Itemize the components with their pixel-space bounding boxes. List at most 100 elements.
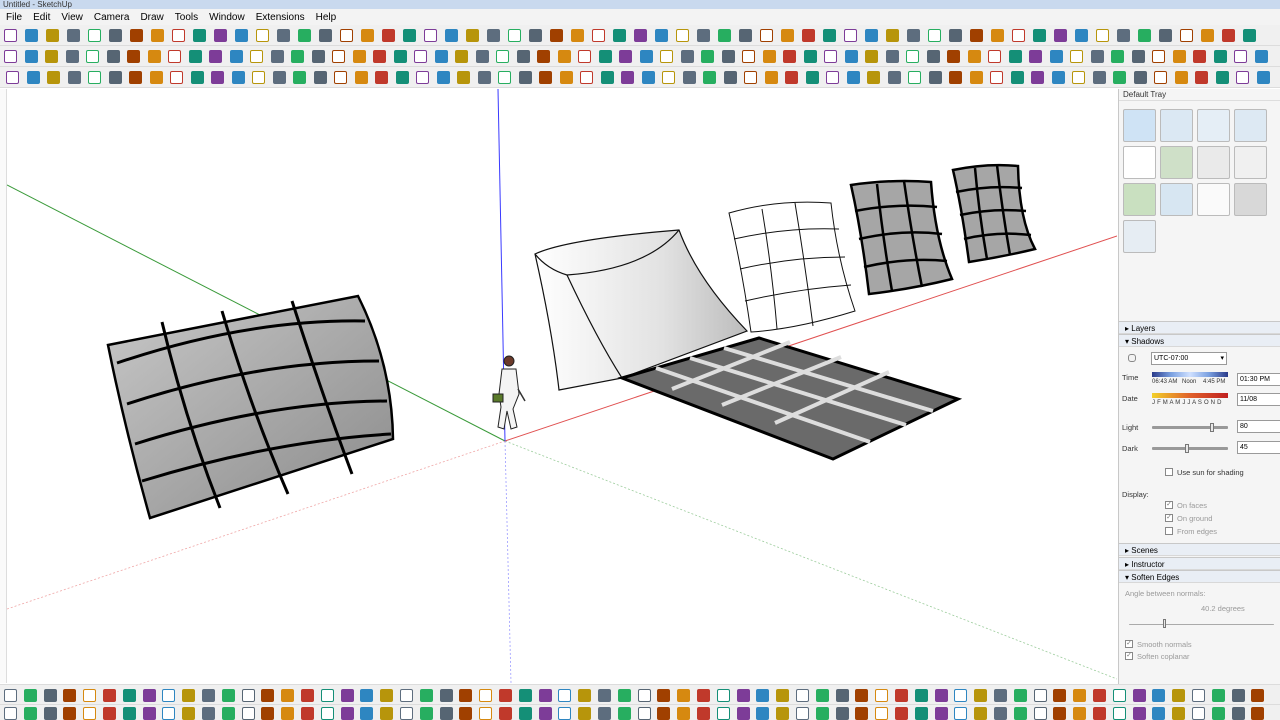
toolbar-icon[interactable] (496, 50, 509, 63)
toolbar-icon[interactable] (457, 71, 470, 84)
toolbar-icon[interactable] (914, 707, 928, 720)
toolbar-icon[interactable] (354, 71, 368, 84)
toolbar-icon[interactable] (270, 50, 284, 63)
toolbar-icon[interactable] (886, 29, 899, 42)
toolbar-icon[interactable] (1093, 689, 1106, 702)
toolbar-icon[interactable] (1031, 71, 1044, 84)
toolbar-icon[interactable] (193, 29, 206, 42)
toolbar-icon[interactable] (617, 707, 631, 720)
toolbar-icon[interactable] (934, 689, 948, 702)
toolbar-icon[interactable] (762, 50, 776, 63)
toolbar-icon[interactable] (1117, 29, 1130, 42)
toolbar-icon[interactable] (419, 689, 433, 702)
toolbar-icon[interactable] (835, 689, 849, 702)
toolbar-icon[interactable] (4, 29, 17, 42)
toolbar-icon[interactable] (1112, 689, 1126, 702)
toolbar-icon[interactable] (1152, 50, 1165, 63)
date-slider-track[interactable] (1152, 393, 1228, 398)
toolbar-icon[interactable] (1073, 689, 1087, 702)
toolbar-icon[interactable] (393, 50, 407, 63)
toolbar-icon[interactable] (47, 71, 60, 84)
toolbar-icon[interactable] (815, 689, 829, 702)
toolbar-icon[interactable] (142, 689, 156, 702)
toolbar-icon[interactable] (211, 71, 224, 84)
toolbar-icon[interactable] (895, 689, 908, 702)
toolbar-icon[interactable] (360, 707, 374, 720)
toolbar-icon[interactable] (168, 50, 181, 63)
toolbar-icon[interactable] (277, 29, 290, 42)
toolbar-icon[interactable] (697, 689, 710, 702)
toolbar-icon[interactable] (281, 689, 295, 702)
toolbar-icon[interactable] (1236, 71, 1249, 84)
toolbar-icon[interactable] (716, 707, 730, 720)
toolbar-icon[interactable] (598, 50, 612, 63)
toolbar-icon[interactable] (1231, 707, 1245, 720)
toolbar-icon[interactable] (783, 50, 796, 63)
toolbar-icon[interactable] (373, 50, 386, 63)
menu-draw[interactable]: Draw (140, 12, 163, 23)
toolbar-icon[interactable] (250, 50, 263, 63)
toolbar-icon[interactable] (613, 29, 626, 42)
toolbar-icon[interactable] (6, 71, 19, 84)
toolbar-icon[interactable] (803, 50, 817, 63)
toolbar-icon[interactable] (23, 689, 37, 702)
toolbar-icon[interactable] (969, 71, 983, 84)
toolbar-icon[interactable] (855, 689, 869, 702)
toolbar-icon[interactable] (970, 29, 983, 42)
toolbar-icon[interactable] (721, 50, 735, 63)
toolbar-icon[interactable] (103, 689, 116, 702)
toolbar-icon[interactable] (1201, 29, 1214, 42)
toolbar-icon[interactable] (65, 50, 79, 63)
toolbar-icon[interactable] (439, 689, 453, 702)
toolbar-icon[interactable] (375, 71, 388, 84)
smooth-normals-checkbox[interactable]: ✓ (1125, 640, 1133, 648)
toolbar-icon[interactable] (1033, 29, 1046, 42)
toolbar-icon[interactable] (380, 689, 394, 702)
toolbar-icon[interactable] (680, 50, 694, 63)
toolbar-icon[interactable] (949, 29, 962, 42)
toolbar-icon[interactable] (1070, 50, 1083, 63)
toolbar-icon[interactable] (578, 50, 591, 63)
toolbar-icon[interactable] (617, 689, 631, 702)
toolbar-icon[interactable] (380, 707, 394, 720)
toolbar-icon[interactable] (252, 71, 265, 84)
toolbar-icon[interactable] (949, 71, 962, 84)
toolbar-icon[interactable] (826, 71, 839, 84)
toolbar-icon[interactable] (954, 689, 968, 702)
toolbar-icon[interactable] (43, 707, 57, 720)
toolbar-icon[interactable] (229, 50, 243, 63)
toolbar-icon[interactable] (875, 707, 889, 720)
panel-scenes[interactable]: ▸ Scenes (1119, 543, 1280, 556)
toolbar-icon[interactable] (272, 71, 286, 84)
toolbar-icon[interactable] (1012, 29, 1025, 42)
toolbar-icon[interactable] (241, 707, 255, 720)
toolbar-icon[interactable] (1072, 71, 1085, 84)
toolbar-icon[interactable] (991, 29, 1004, 42)
toolbar-icon[interactable] (926, 50, 940, 63)
toolbar-icon[interactable] (395, 71, 409, 84)
toolbar-icon[interactable] (1174, 71, 1188, 84)
toolbar-icon[interactable] (190, 71, 204, 84)
menu-window[interactable]: Window (209, 12, 245, 23)
panel-shadows[interactable]: ▾ Shadows (1119, 334, 1280, 347)
toolbar-icon[interactable] (170, 71, 183, 84)
from-edges-checkbox[interactable] (1165, 527, 1173, 535)
toolbar-icon[interactable] (202, 707, 215, 720)
toolbar-icon[interactable] (600, 71, 614, 84)
toolbar-icon[interactable] (967, 50, 981, 63)
menu-view[interactable]: View (61, 12, 83, 23)
toolbar-icon[interactable] (974, 689, 988, 702)
toolbar-icon[interactable] (1054, 29, 1067, 42)
toolbar-icon[interactable] (1013, 689, 1027, 702)
toolbar-icon[interactable] (67, 71, 81, 84)
toolbar-icon[interactable] (86, 50, 99, 63)
toolbar-icon[interactable] (529, 29, 542, 42)
toolbar-icon[interactable] (558, 707, 572, 720)
toolbar-icon[interactable] (436, 71, 450, 84)
toolbar-icon[interactable] (231, 71, 245, 84)
toolbar-icon[interactable] (634, 29, 647, 42)
toolbar-icon[interactable] (701, 50, 714, 63)
toolbar-icon[interactable] (221, 707, 235, 720)
toolbar-icon[interactable] (1131, 50, 1145, 63)
toolbar-icon[interactable] (334, 71, 347, 84)
